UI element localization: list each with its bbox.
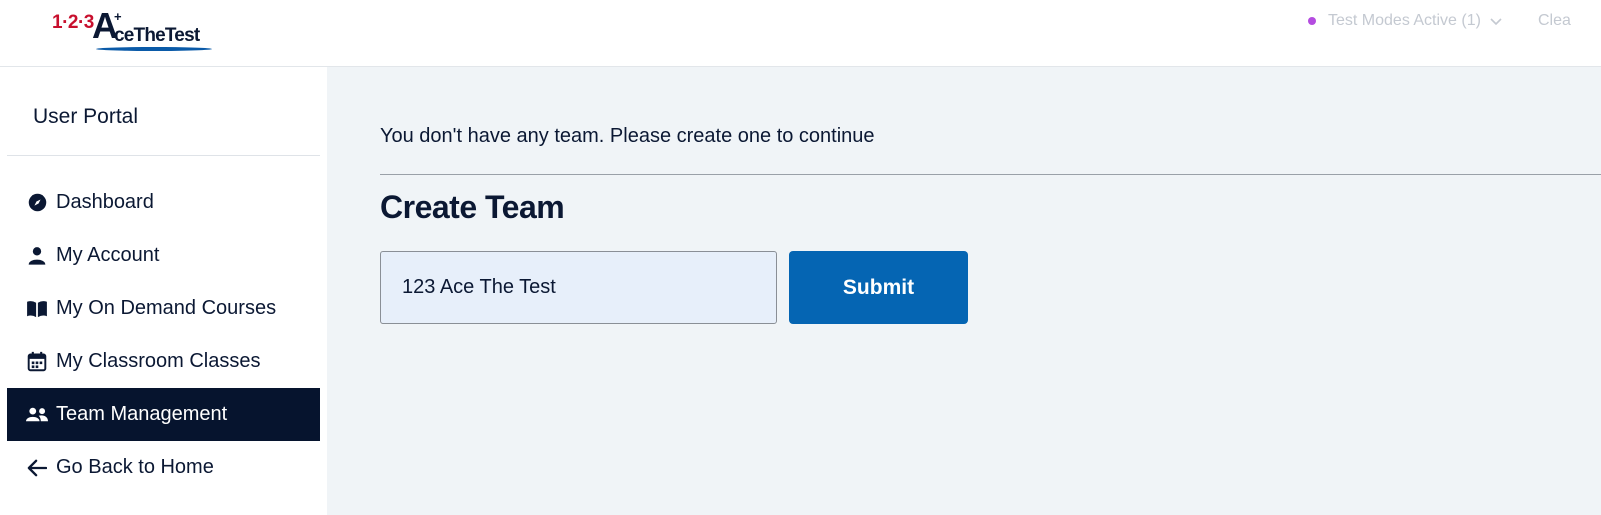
- page-title: Create Team: [380, 189, 565, 225]
- sidebar-item-label: My Classroom Classes: [56, 350, 261, 372]
- sidebar-item-classroom-classes[interactable]: My Classroom Classes: [7, 335, 320, 388]
- sidebar: User Portal Dashboard My Account My On D…: [0, 67, 327, 515]
- sidebar-item-on-demand-courses[interactable]: My On Demand Courses: [7, 282, 320, 335]
- sidebar-item-dashboard[interactable]: Dashboard: [7, 176, 320, 229]
- submit-button[interactable]: Submit: [789, 251, 968, 324]
- sidebar-item-label: Go Back to Home: [56, 456, 214, 478]
- sidebar-item-team-management[interactable]: Team Management: [7, 388, 320, 441]
- sidebar-item-go-back-home[interactable]: Go Back to Home: [7, 441, 320, 494]
- logo-swoosh: [96, 47, 212, 51]
- logo-word: ceTheTest: [114, 25, 200, 46]
- users-icon: [26, 404, 48, 426]
- sidebar-item-label: My Account: [56, 244, 160, 266]
- test-modes-label: Test Modes Active (1): [1328, 12, 1481, 29]
- brand-logo[interactable]: 1·2·3 A + ceTheTest: [52, 8, 217, 54]
- clear-link[interactable]: Clea: [1538, 12, 1571, 30]
- chevron-down-icon: [1490, 18, 1502, 26]
- compass-icon: [26, 192, 48, 214]
- sidebar-item-label: My On Demand Courses: [56, 297, 277, 319]
- team-name-input[interactable]: [380, 251, 777, 324]
- arrow-left-icon: [26, 457, 48, 479]
- no-team-notice: You don't have any team. Please create o…: [380, 125, 875, 147]
- calendar-icon: [26, 351, 48, 373]
- logo-plus: +: [114, 9, 122, 24]
- sidebar-item-label: Dashboard: [56, 191, 154, 213]
- status-dot-icon: [1308, 17, 1316, 25]
- sidebar-divider: [7, 155, 320, 156]
- book-icon: [26, 298, 48, 320]
- test-modes-dropdown[interactable]: Test Modes Active (1): [1308, 12, 1503, 30]
- sidebar-item-label: Team Management: [56, 403, 228, 425]
- user-icon: [26, 245, 48, 267]
- main-content: You don't have any team. Please create o…: [327, 67, 1601, 515]
- portal-title: User Portal: [33, 105, 139, 128]
- sidebar-item-my-account[interactable]: My Account: [7, 229, 320, 282]
- content-divider: [380, 174, 1601, 175]
- top-bar: 1·2·3 A + ceTheTest Test Modes Active (1…: [0, 0, 1601, 67]
- logo-numbers: 1·2·3: [52, 12, 94, 33]
